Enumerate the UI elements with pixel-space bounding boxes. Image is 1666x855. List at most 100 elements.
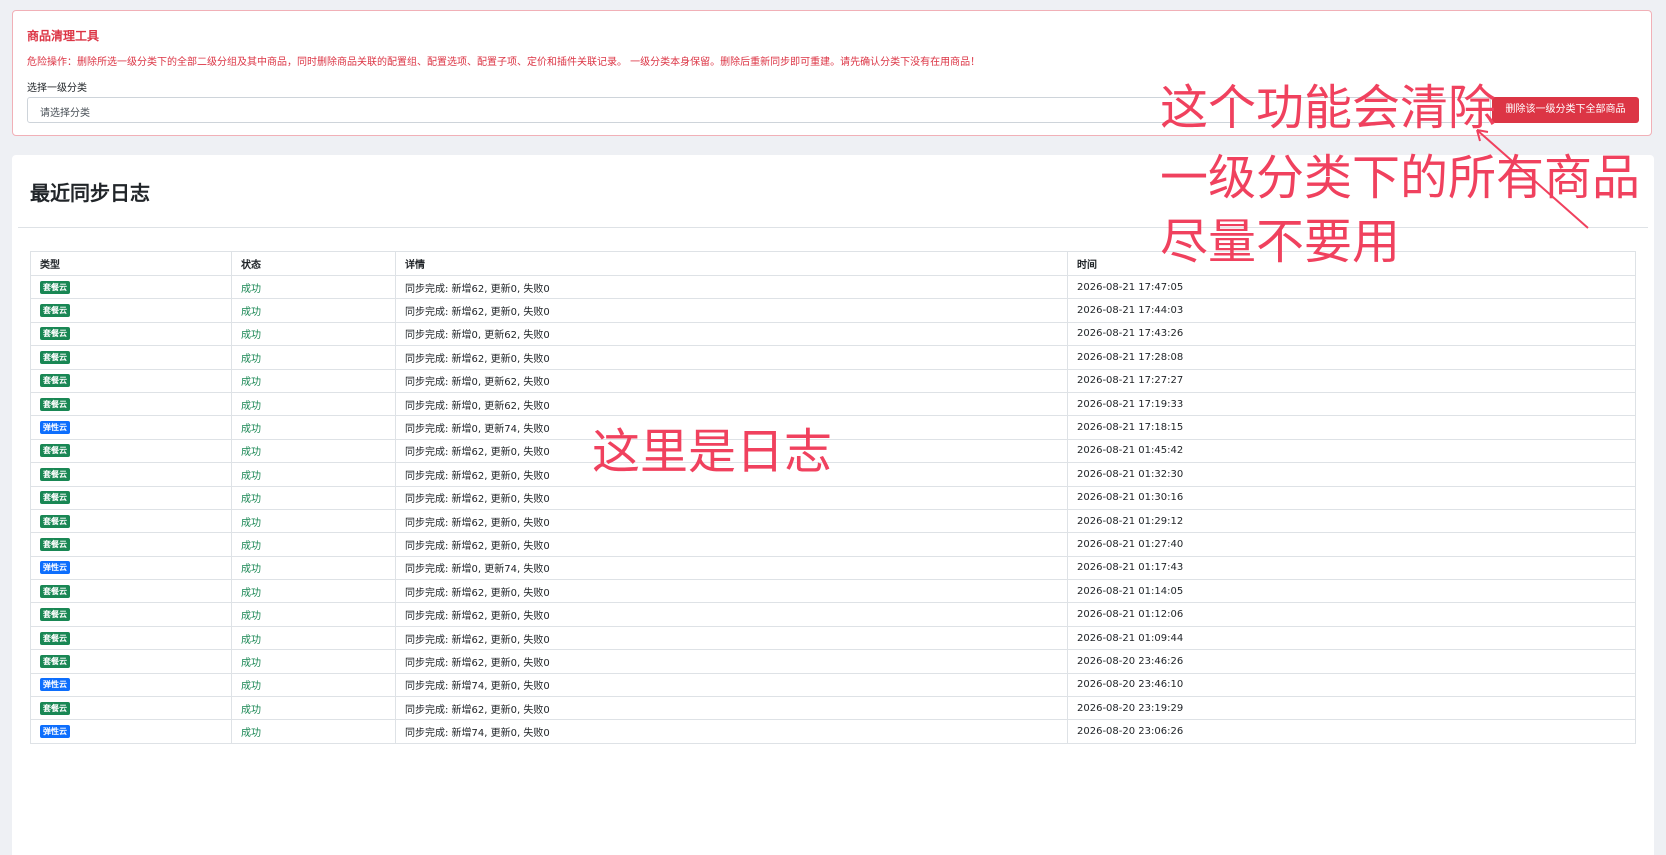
cell-time: 2026-08-20 23:06:26: [1067, 719, 1636, 744]
cell-time: 2026-08-21 01:12:06: [1067, 602, 1636, 627]
cell-status: 成功: [231, 649, 396, 674]
cell-time: 2026-08-21 17:47:05: [1067, 274, 1636, 300]
category-select-label: 选择一级分类: [27, 83, 87, 94]
cell-detail: 同步完成: 新增0, 更新62, 失败0: [395, 321, 1068, 347]
cell-status: 成功: [231, 672, 396, 698]
table-row: 套餐云 成功 同步完成: 新增62, 更新0, 失败0 2026-08-21 17:4…: [30, 274, 1636, 300]
type-badge: 套餐云: [40, 654, 70, 668]
column-header-type: 类型: [30, 251, 232, 276]
cell-detail: 同步完成: 新增62, 更新0, 失败0: [395, 579, 1068, 604]
cell-time: 2026-08-21 17:44:03: [1067, 298, 1636, 323]
product-cleanup-panel: 商品清理工具 危险操作：删除所选一级分类下的全部二级分组及其中商品，同时删除商品…: [12, 10, 1652, 136]
cell-type: 套餐云: [30, 649, 232, 674]
cell-detail: 同步完成: 新增62, 更新0, 失败0: [395, 532, 1068, 557]
cell-time: 2026-08-21 01:45:42: [1067, 438, 1636, 464]
sync-log-panel: 最近同步日志 类型 状态 详情 时间 套餐云 成功 同步完成: 新增62, 更新0,…: [12, 155, 1654, 855]
cell-detail: 同步完成: 新增0, 更新62, 失败0: [395, 391, 1068, 417]
danger-warning-text: 危险操作：删除所选一级分类下的全部二级分组及其中商品，同时删除商品关联的配置组、…: [27, 57, 981, 68]
type-badge: 套餐云: [40, 467, 70, 481]
table-row: 套餐云 成功 同步完成: 新增0, 更新62, 失败0 2026-08-21 17:4…: [30, 321, 1636, 347]
log-table-body: 套餐云 成功 同步完成: 新增62, 更新0, 失败0 2026-08-21 17:4…: [30, 274, 1636, 744]
type-badge: 套餐云: [40, 280, 70, 294]
column-header-status: 状态: [231, 251, 396, 276]
cell-detail: 同步完成: 新增74, 更新0, 失败0: [395, 719, 1068, 744]
type-badge: 弹性云: [40, 725, 70, 739]
cell-detail: 同步完成: 新增0, 更新74, 失败0: [395, 415, 1068, 440]
cell-detail: 同步完成: 新增62, 更新0, 失败0: [395, 485, 1068, 510]
cell-status: 成功: [231, 438, 396, 464]
cell-type: 套餐云: [30, 532, 232, 557]
table-row: 弹性云 成功 同步完成: 新增74, 更新0, 失败0 2026-08-20 23:0…: [30, 719, 1636, 744]
table-row: 套餐云 成功 同步完成: 新增62, 更新0, 失败0 2026-08-21 01:4…: [30, 438, 1636, 464]
sync-log-table: 类型 状态 详情 时间 套餐云 成功 同步完成: 新增62, 更新0, 失败0 202…: [30, 251, 1636, 744]
table-row: 弹性云 成功 同步完成: 新增0, 更新74, 失败0 2026-08-21 01:1…: [30, 555, 1636, 581]
cell-status: 成功: [231, 274, 396, 300]
cell-detail: 同步完成: 新增62, 更新0, 失败0: [395, 274, 1068, 300]
cell-status: 成功: [231, 462, 396, 487]
cell-detail: 同步完成: 新增62, 更新0, 失败0: [395, 462, 1068, 487]
cell-time: 2026-08-21 01:29:12: [1067, 508, 1636, 534]
cell-detail: 同步完成: 新增74, 更新0, 失败0: [395, 672, 1068, 698]
cell-type: 套餐云: [30, 345, 232, 370]
cell-type: 套餐云: [30, 508, 232, 534]
cell-status: 成功: [231, 345, 396, 370]
cell-status: 成功: [231, 508, 396, 534]
cell-time: 2026-08-21 01:30:16: [1067, 485, 1636, 510]
cell-detail: 同步完成: 新增62, 更新0, 失败0: [395, 438, 1068, 464]
cell-status: 成功: [231, 532, 396, 557]
cell-type: 套餐云: [30, 462, 232, 487]
type-badge: 套餐云: [40, 327, 70, 341]
cell-type: 弹性云: [30, 719, 232, 744]
type-badge: 套餐云: [40, 397, 70, 411]
type-badge: 套餐云: [40, 374, 70, 388]
cell-detail: 同步完成: 新增62, 更新0, 失败0: [395, 696, 1068, 721]
cell-time: 2026-08-21 01:17:43: [1067, 555, 1636, 581]
cell-type: 套餐云: [30, 274, 232, 300]
cell-detail: 同步完成: 新增0, 更新74, 失败0: [395, 555, 1068, 581]
sync-log-title: 最近同步日志: [30, 181, 150, 205]
cell-time: 2026-08-21 17:27:27: [1067, 368, 1636, 393]
table-row: 弹性云 成功 同步完成: 新增74, 更新0, 失败0 2026-08-20 23:4…: [30, 672, 1636, 698]
cell-time: 2026-08-21 01:14:05: [1067, 579, 1636, 604]
cell-type: 套餐云: [30, 298, 232, 323]
cell-detail: 同步完成: 新增62, 更新0, 失败0: [395, 298, 1068, 323]
cell-type: 套餐云: [30, 625, 232, 651]
table-row: 套餐云 成功 同步完成: 新增62, 更新0, 失败0 2026-08-21 01:1…: [30, 579, 1636, 604]
column-header-detail: 详情: [395, 251, 1068, 276]
delete-category-products-button[interactable]: 删除该一级分类下全部商品: [1492, 97, 1639, 123]
cell-status: 成功: [231, 719, 396, 744]
cell-time: 2026-08-21 01:32:30: [1067, 462, 1636, 487]
cell-detail: 同步完成: 新增62, 更新0, 失败0: [395, 649, 1068, 674]
cell-time: 2026-08-20 23:46:10: [1067, 672, 1636, 698]
cell-status: 成功: [231, 625, 396, 651]
cell-time: 2026-08-21 17:19:33: [1067, 391, 1636, 417]
table-row: 套餐云 成功 同步完成: 新增62, 更新0, 失败0 2026-08-21 01:1…: [30, 602, 1636, 627]
cell-status: 成功: [231, 485, 396, 510]
type-badge: 弹性云: [40, 561, 70, 575]
cell-time: 2026-08-21 17:28:08: [1067, 345, 1636, 370]
cell-type: 套餐云: [30, 438, 232, 464]
cell-time: 2026-08-21 17:43:26: [1067, 321, 1636, 347]
table-row: 套餐云 成功 同步完成: 新增62, 更新0, 失败0 2026-08-20 23:1…: [30, 696, 1636, 721]
cell-type: 套餐云: [30, 485, 232, 510]
cell-type: 弹性云: [30, 672, 232, 698]
cell-detail: 同步完成: 新增0, 更新62, 失败0: [395, 368, 1068, 393]
cell-type: 套餐云: [30, 579, 232, 604]
cell-status: 成功: [231, 321, 396, 347]
table-row: 套餐云 成功 同步完成: 新增0, 更新62, 失败0 2026-08-21 17:1…: [30, 391, 1636, 417]
column-header-time: 时间: [1067, 251, 1636, 276]
cell-time: 2026-08-21 01:27:40: [1067, 532, 1636, 557]
type-badge: 套餐云: [40, 631, 70, 645]
cell-status: 成功: [231, 298, 396, 323]
type-badge: 套餐云: [40, 537, 70, 551]
table-header-row: 类型 状态 详情 时间: [30, 251, 1636, 276]
type-badge: 套餐云: [40, 608, 70, 622]
table-row: 套餐云 成功 同步完成: 新增0, 更新62, 失败0 2026-08-21 17:2…: [30, 368, 1636, 393]
table-row: 套餐云 成功 同步完成: 新增62, 更新0, 失败0 2026-08-21 17:4…: [30, 298, 1636, 323]
cell-type: 弹性云: [30, 415, 232, 440]
cell-time: 2026-08-20 23:46:26: [1067, 649, 1636, 674]
cell-time: 2026-08-21 01:09:44: [1067, 625, 1636, 651]
category-select[interactable]: 请选择分类: [27, 97, 1491, 123]
cell-time: 2026-08-20 23:19:29: [1067, 696, 1636, 721]
cell-type: 套餐云: [30, 391, 232, 417]
